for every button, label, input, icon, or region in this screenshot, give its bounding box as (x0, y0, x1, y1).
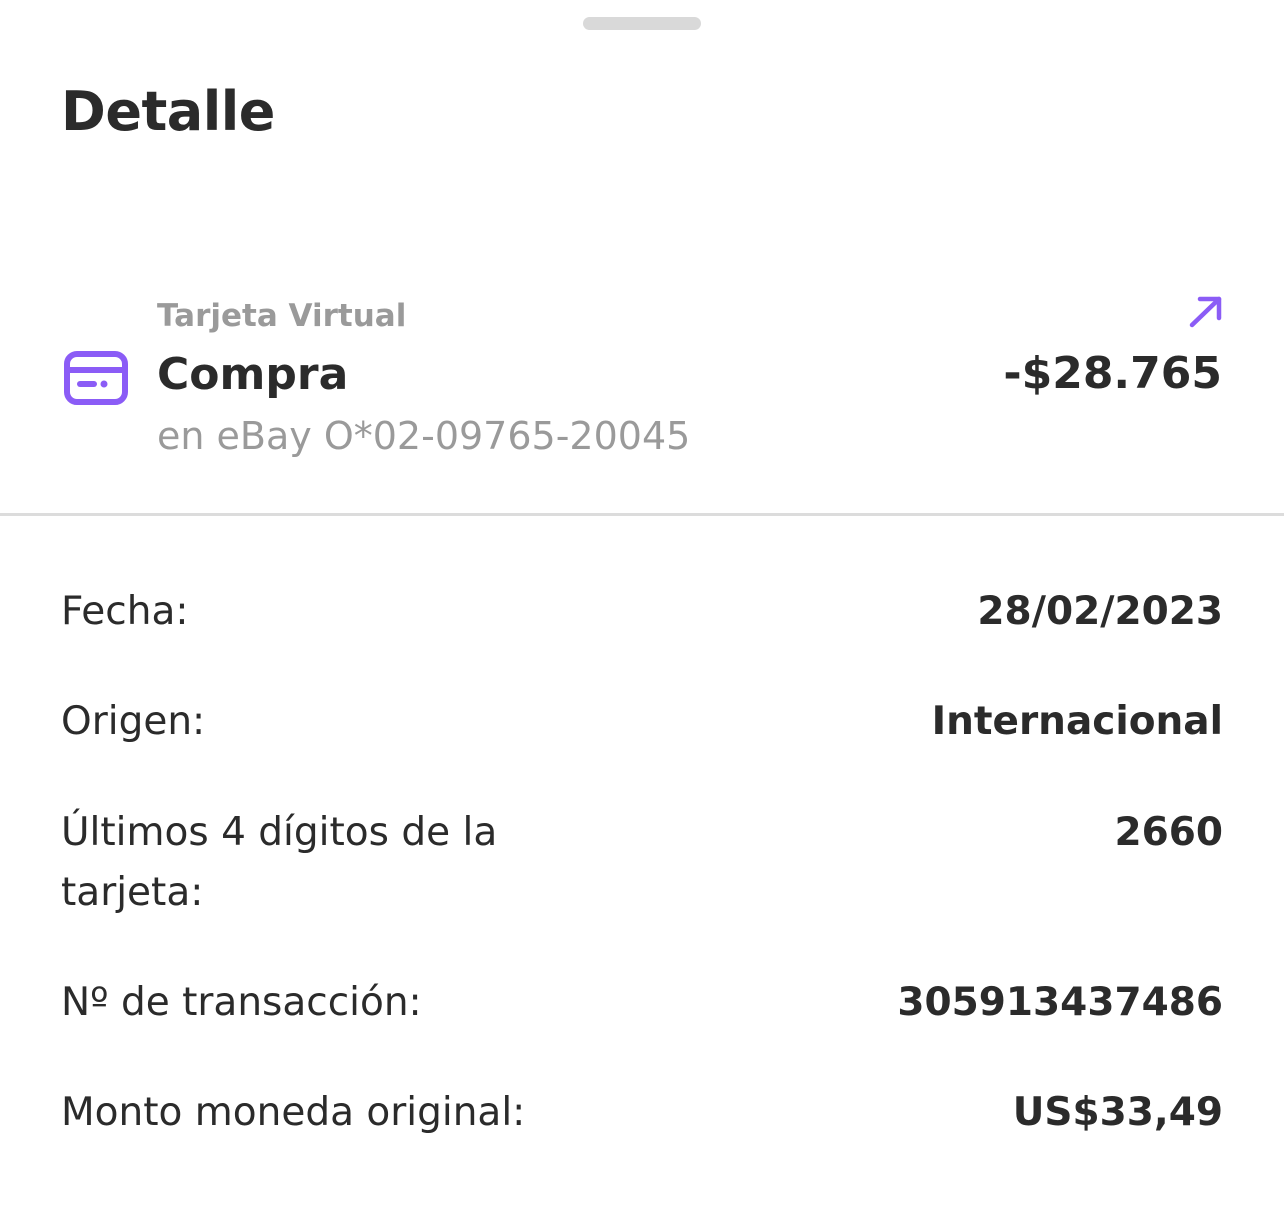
detail-value: US$33,49 (1012, 1090, 1223, 1135)
detail-label: Últimos 4 dígitos de la tarjeta: (61, 810, 498, 915)
page-title: Detalle (61, 80, 275, 143)
detail-value: 305913437486 (897, 980, 1223, 1025)
detail-value: 2660 (1114, 810, 1223, 855)
detail-label: Fecha: (61, 589, 189, 634)
transaction-amount: -$28.765 (1003, 348, 1222, 399)
drag-handle[interactable] (583, 17, 701, 30)
detail-label: Nº de transacción: (61, 980, 422, 1025)
detail-value: Internacional (931, 699, 1223, 744)
detail-value: 28/02/2023 (977, 589, 1223, 634)
detail-bottom-sheet: Detalle Tarjeta Virtual Compra en eBay O… (0, 0, 1284, 1220)
transaction-type-label: Tarjeta Virtual (157, 298, 407, 334)
arrow-up-right-icon (1189, 296, 1222, 328)
section-divider (0, 513, 1284, 516)
transaction-merchant: en eBay O*02-09765-20045 (157, 414, 691, 458)
detail-label: Monto moneda original: (61, 1090, 526, 1135)
transaction-name: Compra (157, 349, 349, 400)
detail-label: Origen: (61, 699, 206, 744)
credit-card-icon (64, 351, 128, 405)
